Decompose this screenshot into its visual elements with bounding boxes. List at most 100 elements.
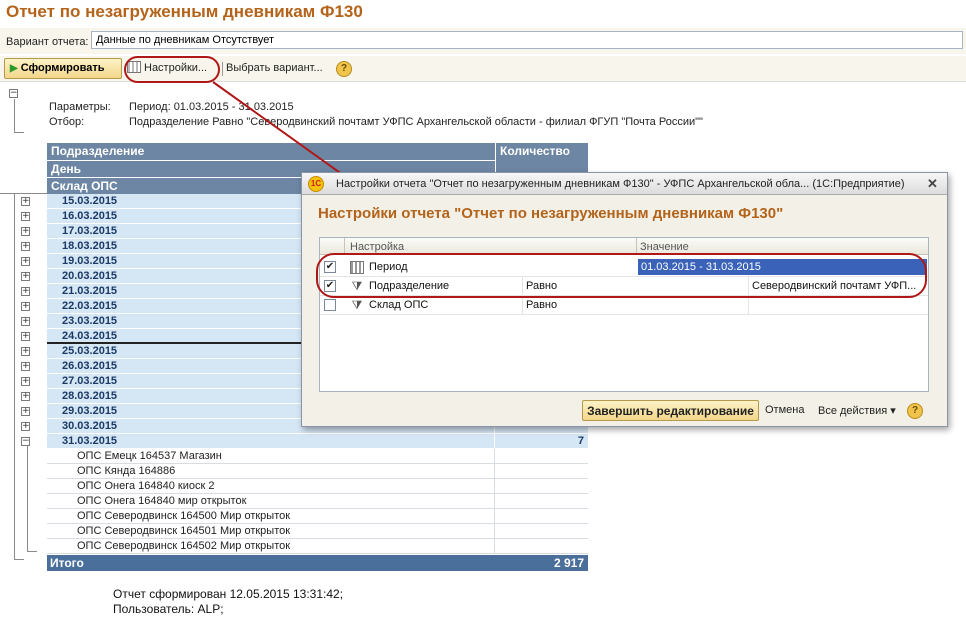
dialog-title: Настройки отчета "Отчет по незагруженным… [336, 178, 905, 190]
date-value: 7 [577, 435, 584, 447]
date-label: 20.03.2015 [62, 270, 118, 282]
expand-icon[interactable]: + [21, 362, 30, 371]
tree-line [14, 132, 24, 133]
total-value: 2 917 [553, 556, 584, 570]
params-label: Параметры: [49, 101, 111, 113]
tree-line [14, 559, 24, 560]
expand-icon[interactable]: + [21, 332, 30, 341]
date-label: 22.03.2015 [62, 300, 118, 312]
column-divider [494, 539, 495, 554]
expand-icon[interactable]: + [21, 377, 30, 386]
footer-generated: Отчет сформирован 12.05.2015 13:31:42; [113, 587, 344, 601]
cancel-button[interactable]: Отмена [765, 404, 804, 416]
collapse-root-icon[interactable]: − [9, 89, 18, 98]
variant-row: Вариант отчета: Данные по дневникам Отсу… [0, 28, 966, 54]
date-label: 27.03.2015 [62, 375, 118, 387]
date-label: 21.03.2015 [62, 285, 118, 297]
date-label: 26.03.2015 [62, 360, 118, 372]
finish-editing-button[interactable]: Завершить редактирование [582, 400, 759, 421]
filter-value: Подразделение Равно "Северодвинский почт… [129, 116, 703, 128]
tree-line [27, 551, 37, 552]
list-item[interactable]: ОПС Северодвинск 164502 Мир открыток [47, 539, 588, 554]
expand-icon[interactable]: + [21, 197, 30, 206]
column-divider [494, 434, 495, 449]
close-icon[interactable]: ✕ [927, 176, 938, 192]
report-parameters: Параметры: Период: 01.03.2015 - 31.03.201… [49, 101, 703, 131]
play-icon: ▶ [10, 63, 18, 74]
filter-icon: ⧩ [351, 298, 363, 312]
expand-icon[interactable]: + [21, 407, 30, 416]
column-divider [494, 509, 495, 524]
date-label: 24.03.2015 [62, 330, 118, 342]
expand-icon[interactable]: + [21, 227, 30, 236]
column-divider [494, 449, 495, 464]
column-value: Значение [640, 241, 689, 253]
dialog-titlebar[interactable]: 1С Настройки отчета "Отчет по незагружен… [302, 173, 947, 195]
list-item-label: ОПС Онега 164840 мир открыток [77, 495, 247, 507]
date-label: 19.03.2015 [62, 255, 118, 267]
expand-icon[interactable]: + [21, 392, 30, 401]
column-setting: Настройка [350, 241, 405, 253]
toolbar-separator [222, 62, 223, 76]
params-value: Период: 01.03.2015 - 31.03.2015 [129, 101, 294, 113]
expand-icon[interactable]: + [21, 347, 30, 356]
list-item[interactable]: ОПС Северодвинск 164500 Мир открыток [47, 509, 588, 524]
list-item-label: ОПС Северодвинск 164502 Мир открыток [77, 540, 291, 552]
list-item[interactable]: ОПС Онега 164840 мир открыток [47, 494, 588, 509]
expand-icon[interactable]: + [21, 317, 30, 326]
date-label: 30.03.2015 [62, 420, 118, 432]
choose-variant-button[interactable]: Выбрать вариант... [226, 62, 323, 74]
date-label: 29.03.2015 [62, 405, 118, 417]
column-divider [748, 296, 749, 315]
warehouse-checkbox[interactable] [324, 299, 336, 311]
column-divider [522, 296, 523, 315]
list-item-label: ОПС Кянда 164886 [77, 465, 176, 477]
list-item-label: ОПС Северодвинск 164501 Мир открыток [77, 525, 291, 537]
list-item-label: ОПС Онега 164840 киоск 2 [77, 480, 215, 492]
expand-icon[interactable]: + [21, 287, 30, 296]
variant-label: Вариант отчета: [6, 36, 89, 48]
expand-icon[interactable]: + [21, 257, 30, 266]
expand-icon[interactable]: + [21, 302, 30, 311]
expand-icon[interactable]: + [21, 212, 30, 221]
variant-field[interactable]: Данные по дневникам Отсутствует [91, 31, 963, 49]
date-label: 17.03.2015 [62, 225, 118, 237]
list-item[interactable]: ОПС Онега 164840 киоск 2 [47, 479, 588, 494]
all-actions-menu[interactable]: Все действия ▾ [818, 404, 896, 417]
dialog-help-icon[interactable]: ? [907, 403, 923, 419]
tree-line [14, 99, 15, 133]
list-item[interactable]: ОПС Северодвинск 164501 Мир открыток [47, 524, 588, 539]
date-row[interactable]: 31.03.2015 7 [47, 434, 588, 449]
list-item[interactable]: ОПС Емецк 164537 Магазин [47, 449, 588, 464]
collapse-icon[interactable]: − [21, 437, 30, 446]
settings-dialog: 1С Настройки отчета "Отчет по незагружен… [301, 172, 948, 427]
generate-button[interactable]: ▶ Сформировать [4, 58, 122, 79]
dialog-heading: Настройки отчета "Отчет по незагруженным… [318, 205, 784, 222]
column-divider [494, 464, 495, 479]
date-label: 15.03.2015 [62, 195, 118, 207]
footer-user: Пользователь: ALP; [113, 602, 224, 616]
expand-icon[interactable]: + [21, 242, 30, 251]
generate-label: Сформировать [20, 62, 105, 74]
help-icon[interactable]: ? [336, 61, 352, 77]
settings-highlight-ring [124, 56, 220, 83]
list-item-label: ОПС Северодвинск 164500 Мир открыток [77, 510, 291, 522]
tree-line [14, 194, 15, 560]
list-item[interactable]: ОПС Кянда 164886 [47, 464, 588, 479]
date-label: 16.03.2015 [62, 210, 118, 222]
date-label: 18.03.2015 [62, 240, 118, 252]
setting-comparison[interactable]: Равно [526, 299, 557, 311]
list-item-label: ОПС Емецк 164537 Магазин [77, 450, 222, 462]
filter-label: Отбор: [49, 116, 85, 128]
expand-icon[interactable]: + [21, 272, 30, 281]
total-row: Итого 2 917 [47, 555, 588, 571]
date-label: 25.03.2015 [62, 345, 118, 357]
column-divider [494, 494, 495, 509]
setting-row-warehouse[interactable]: ⧩ Склад ОПС Равно [320, 296, 928, 315]
date-label: 28.03.2015 [62, 390, 118, 402]
expand-icon[interactable]: + [21, 422, 30, 431]
total-label: Итого [50, 556, 84, 570]
report-footer: Отчет сформирован 12.05.2015 13:31:42; П… [113, 587, 343, 617]
report-title: Отчет по незагруженным дневникам Ф130 [6, 2, 363, 21]
date-label: 31.03.2015 [62, 435, 118, 447]
